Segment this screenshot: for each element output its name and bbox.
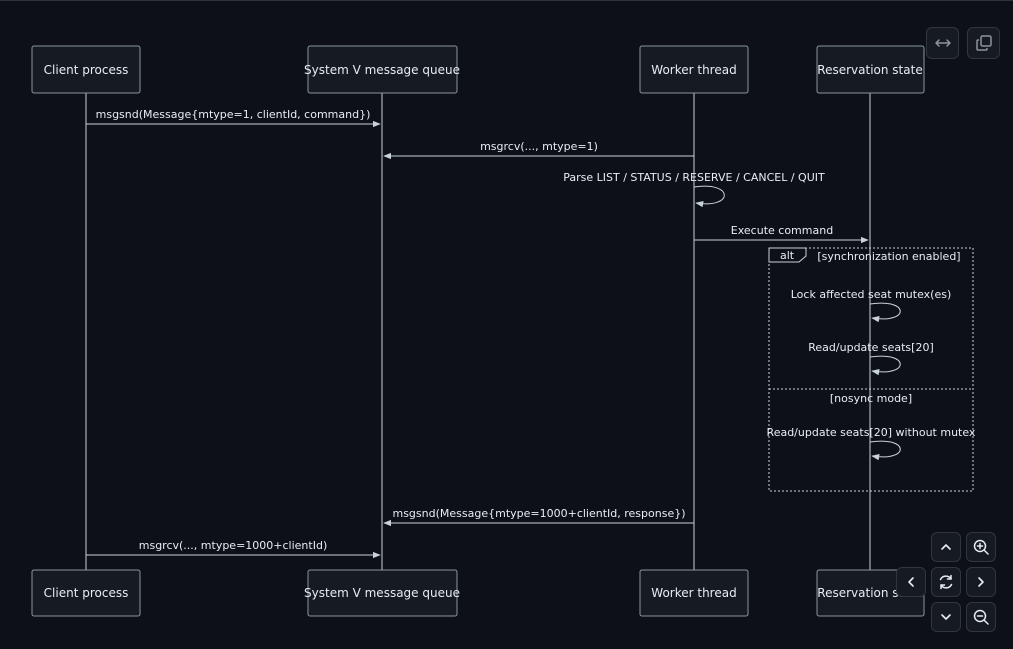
participant-label: Worker thread [651,586,736,600]
message-label: msgsnd(Message{mtype=1, clientId, comman… [96,108,371,121]
message-label: Read/update seats[20] [808,341,933,354]
chevron-left-icon [908,577,914,587]
copy-button[interactable] [967,27,1000,59]
participant-label: System V message queue [304,63,460,77]
fragment-condition-sync: [synchronization enabled] [817,250,960,263]
zoom-out-icon [973,609,989,625]
pan-up-button[interactable] [931,532,961,562]
fragment-condition-nosync: [nosync mode] [830,392,912,405]
participant-label: System V message queue [304,586,460,600]
message-msgsnd-response: msgsnd(Message{mtype=1000+clientId, resp… [383,507,694,527]
chevron-right-icon [978,577,984,587]
participant-label: Reservation state [817,63,922,77]
participant-label: Client process [44,586,129,600]
refresh-icon [939,574,953,590]
chevron-up-icon [941,544,951,550]
message-label: msgsnd(Message{mtype=1000+clientId, resp… [392,507,685,520]
participant-worker-bottom: Worker thread [639,569,749,617]
participant-state-top: Reservation state [816,45,925,94]
participant-client-top: Client process [31,45,141,94]
message-label: Parse LIST / STATUS / RESERVE / CANCEL /… [563,171,825,184]
pan-right-button[interactable] [966,567,996,597]
horizontal-arrows-icon [934,39,951,47]
message-msgrcv-response: msgrcv(..., mtype=1000+clientId) [86,539,381,559]
pan-down-button[interactable] [931,602,961,632]
zoom-in-button[interactable] [966,532,996,562]
message-update-seats-nosync: Read/update seats[20] without mutex [767,426,976,461]
message-lock-mutex: Lock affected seat mutex(es) [791,288,952,323]
zoom-out-button[interactable] [966,602,996,632]
pan-left-button[interactable] [896,567,926,597]
participant-label: Worker thread [651,63,736,77]
participant-client-bottom: Client process [31,569,141,617]
message-execute-command: Execute command [694,224,869,244]
reset-view-button[interactable] [931,567,961,597]
participant-worker-top: Worker thread [639,45,749,94]
message-label: Lock affected seat mutex(es) [791,288,952,301]
message-label: msgrcv(..., mtype=1) [480,140,598,153]
participant-queue-top: System V message queue [304,45,460,94]
alt-fragment: alt [synchronization enabled] [nosync mo… [768,247,974,492]
participant-label: Client process [44,63,129,77]
message-msgsnd-request: msgsnd(Message{mtype=1, clientId, comman… [86,108,381,128]
sequence-diagram: Client process System V message queue Wo… [31,45,976,617]
fragment-kind-label: alt [780,249,795,262]
chevron-down-icon [941,614,951,620]
message-label: Execute command [731,224,833,237]
copy-icon [975,35,992,51]
zoom-in-icon [973,539,989,555]
fit-width-button[interactable] [926,27,959,59]
message-msgrcv-request: msgrcv(..., mtype=1) [383,140,694,160]
message-label: msgrcv(..., mtype=1000+clientId) [139,539,328,552]
participant-queue-bottom: System V message queue [304,569,460,617]
message-update-seats: Read/update seats[20] [808,341,934,376]
message-label: Read/update seats[20] without mutex [767,426,976,439]
